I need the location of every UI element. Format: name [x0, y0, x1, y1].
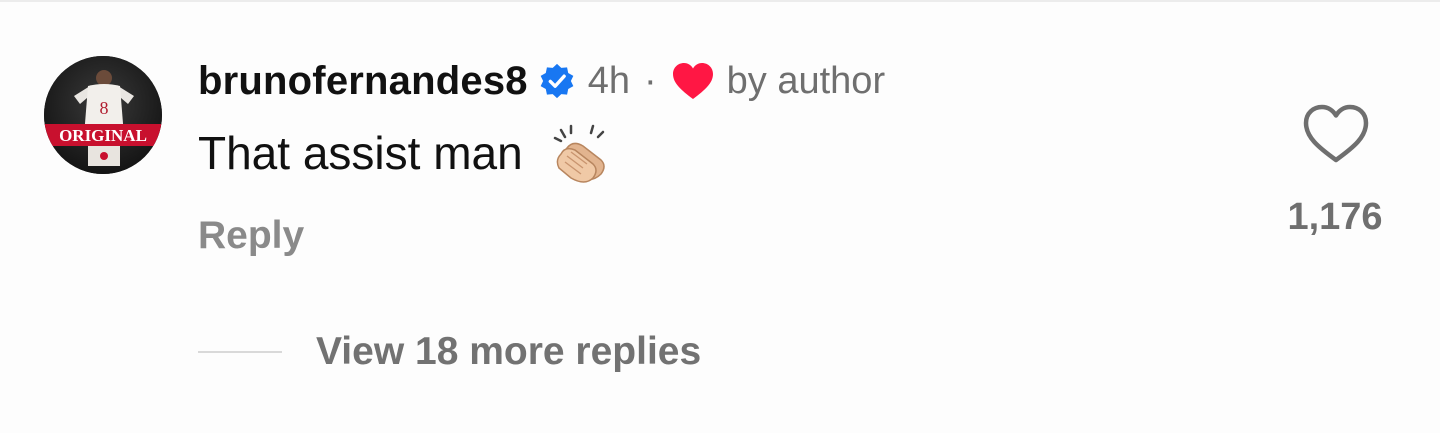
jersey-number: 8 [100, 98, 109, 118]
reply-button[interactable]: Reply [198, 214, 304, 258]
comment-header: brunofernandes8 4h · by author [198, 58, 885, 104]
liked-by-author-label: by author [726, 59, 886, 102]
separator-dot: · [644, 59, 657, 102]
comment-text: That assist man [198, 127, 523, 179]
like-count: 1,176 [1287, 196, 1383, 238]
avatar-banner-text: ORIGINAL [59, 126, 147, 145]
heart-outline-icon [1303, 104, 1369, 163]
avatar[interactable]: 8 ORIGINAL [44, 56, 162, 174]
avatar-image: 8 ORIGINAL [44, 56, 162, 174]
replies-divider-line [198, 351, 282, 353]
view-more-replies-button[interactable]: View 18 more replies [198, 326, 701, 378]
view-replies-label: View 18 more replies [316, 330, 702, 373]
heart-filled-icon [671, 61, 715, 101]
clapping-hands-icon [547, 120, 613, 186]
comment-body: That assist man [198, 118, 613, 188]
username-link[interactable]: brunofernandes8 [198, 59, 528, 104]
comment-timestamp: 4h [587, 59, 630, 102]
verified-badge-icon [538, 62, 576, 100]
top-divider [0, 0, 1440, 2]
like-button[interactable] [1300, 102, 1372, 166]
